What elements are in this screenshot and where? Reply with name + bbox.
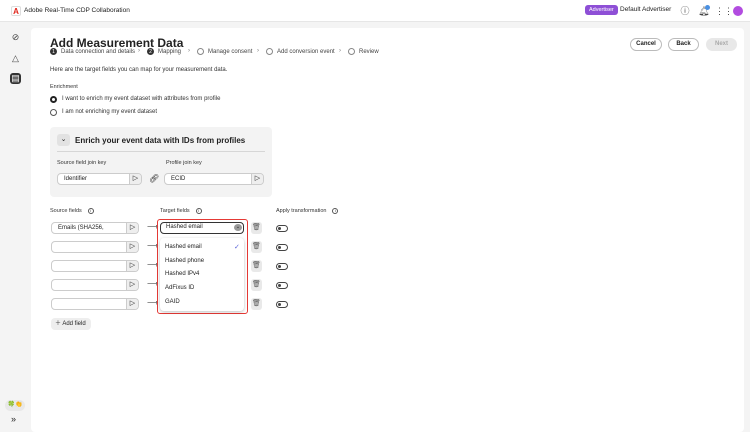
source-field-input[interactable]: Emails (SHA256, lowerc... ▷ (51, 222, 139, 234)
menu-item-hashed-email[interactable]: Hashed email (165, 244, 202, 250)
feedback-emoji[interactable]: 🍀👏 (5, 400, 25, 411)
divider (57, 151, 265, 152)
panel-title: Enrich your event data with IDs from pro… (75, 136, 246, 145)
menu-item-hashed-ipv4[interactable]: Hashed IPv4 (165, 271, 199, 277)
collapse-chevron-icon[interactable]: ⌄ (57, 134, 70, 146)
bell-rail-icon[interactable]: △ (10, 53, 21, 64)
transform-header: Apply transformation i (276, 208, 339, 214)
chevron-right-icon: › (188, 48, 190, 54)
select-pointer-icon[interactable]: ▷ (126, 299, 138, 309)
step-pending-icon (197, 48, 204, 55)
target-dropdown-menu: Hashed email ✓ Hashed phone Hashed IPv4 … (160, 238, 244, 311)
select-pointer-icon[interactable]: ▷ (126, 242, 138, 252)
step-label: Mapping (158, 48, 182, 55)
transformation-toggle[interactable] (276, 225, 288, 232)
transformation-toggle[interactable] (276, 263, 288, 270)
add-field-label: Add field (62, 321, 86, 327)
menu-item-adfixus-id[interactable]: AdFixus ID (165, 285, 194, 291)
account-switcher[interactable]: Default Advertiser (620, 6, 671, 13)
enrich-radio[interactable] (50, 96, 57, 103)
target-field-select[interactable]: Hashed email ⌄ (160, 222, 244, 234)
profile-join-value: ECID (171, 176, 186, 182)
menu-item-hashed-phone[interactable]: Hashed phone (165, 258, 204, 264)
chevron-down-icon[interactable]: ⌄ (234, 224, 242, 231)
avatar[interactable] (733, 6, 743, 16)
step-current-icon: 2 (147, 48, 154, 55)
app-title: Adobe Real-Time CDP Collaboration (24, 7, 130, 14)
data-icon[interactable]: ▤ (10, 73, 21, 84)
step-complete-icon: 1 (50, 48, 57, 55)
intro-text: Here are the target fields you can map f… (50, 67, 228, 73)
cancel-button[interactable]: Cancel (630, 38, 662, 51)
source-join-input[interactable]: Identifier ▷ (57, 173, 142, 185)
compass-icon[interactable]: ⊘ (10, 32, 21, 43)
transformation-toggle[interactable] (276, 244, 288, 251)
info-icon[interactable]: i (195, 208, 202, 214)
step-pending-icon (266, 48, 273, 55)
select-pointer-icon[interactable]: ▷ (126, 280, 138, 290)
transformation-toggle[interactable] (276, 282, 288, 289)
source-field-value: Emails (SHA256, lowerc... (58, 225, 104, 231)
info-icon[interactable]: i (87, 208, 94, 214)
select-value: Hashed email (166, 224, 203, 230)
trash-icon[interactable]: 🗑︎ (251, 298, 262, 310)
next-button[interactable]: Next (706, 38, 737, 51)
expand-rail-icon[interactable]: » (11, 414, 16, 424)
target-fields-header: Target fields i (160, 208, 202, 214)
enrichment-label: Enrichment (50, 84, 78, 90)
transformation-toggle[interactable] (276, 301, 288, 308)
header-text: Source fields (50, 208, 82, 214)
step-label: Data connection and details (61, 48, 136, 55)
step-5: Review (348, 48, 379, 55)
no-enrich-radio[interactable] (50, 109, 57, 116)
select-pointer-icon[interactable]: ▷ (126, 223, 138, 233)
step-label: Manage consent (208, 48, 253, 55)
source-field-input[interactable]: ▷ (51, 260, 139, 272)
select-pointer-icon[interactable]: ▷ (126, 261, 138, 271)
source-field-input[interactable]: ▷ (51, 241, 139, 253)
step-3: Manage consent (197, 48, 252, 55)
role-badge: Advertiser (585, 5, 618, 15)
step-label: Add conversion event (277, 48, 335, 55)
source-join-label: Source field join key (57, 160, 107, 166)
chevron-right-icon: › (138, 48, 140, 54)
header-text: Target fields (160, 208, 190, 214)
header-text: Apply transformation (276, 208, 327, 214)
select-pointer-icon[interactable]: ▷ (251, 174, 263, 184)
profile-join-input[interactable]: ECID ▷ (164, 173, 264, 185)
trash-icon[interactable]: 🗑︎ (251, 241, 262, 253)
enrich-option-label: I want to enrich my event dataset with a… (62, 96, 221, 102)
source-field-input[interactable]: ▷ (51, 298, 139, 310)
check-icon: ✓ (234, 244, 240, 251)
no-enrich-option-label: I am not enriching my event dataset (62, 109, 158, 115)
trash-icon[interactable]: 🗑︎ (251, 222, 262, 234)
trash-icon[interactable]: 🗑︎ (251, 279, 262, 291)
step-2: 2 Mapping (147, 48, 181, 55)
apps-grid-icon[interactable]: ⋮⋮ (715, 6, 733, 16)
help-icon[interactable]: ⓘ (680, 6, 690, 16)
chevron-right-icon: › (257, 48, 259, 54)
chevron-right-icon: › (339, 48, 341, 54)
add-field-button[interactable]: ＋ Add field (51, 318, 91, 330)
link-icon: 🔗︎ (149, 174, 160, 183)
select-pointer-icon[interactable]: ▷ (129, 174, 141, 184)
adobe-logo-icon: A (11, 6, 21, 16)
step-pending-icon (348, 48, 355, 55)
source-join-value: Identifier (64, 176, 88, 182)
source-field-input[interactable]: ▷ (51, 279, 139, 291)
trash-icon[interactable]: 🗑︎ (251, 260, 262, 272)
source-fields-header: Source fields i (50, 208, 94, 214)
back-button[interactable]: Back (668, 38, 699, 51)
step-label: Review (359, 48, 379, 55)
step-4: Add conversion event (266, 48, 335, 55)
notification-dot (705, 5, 710, 10)
step-1: 1 Data connection and details (50, 48, 135, 55)
profile-join-label: Profile join key (166, 160, 202, 166)
info-icon[interactable]: i (332, 208, 339, 214)
menu-item-gaid[interactable]: GAID (165, 299, 180, 305)
